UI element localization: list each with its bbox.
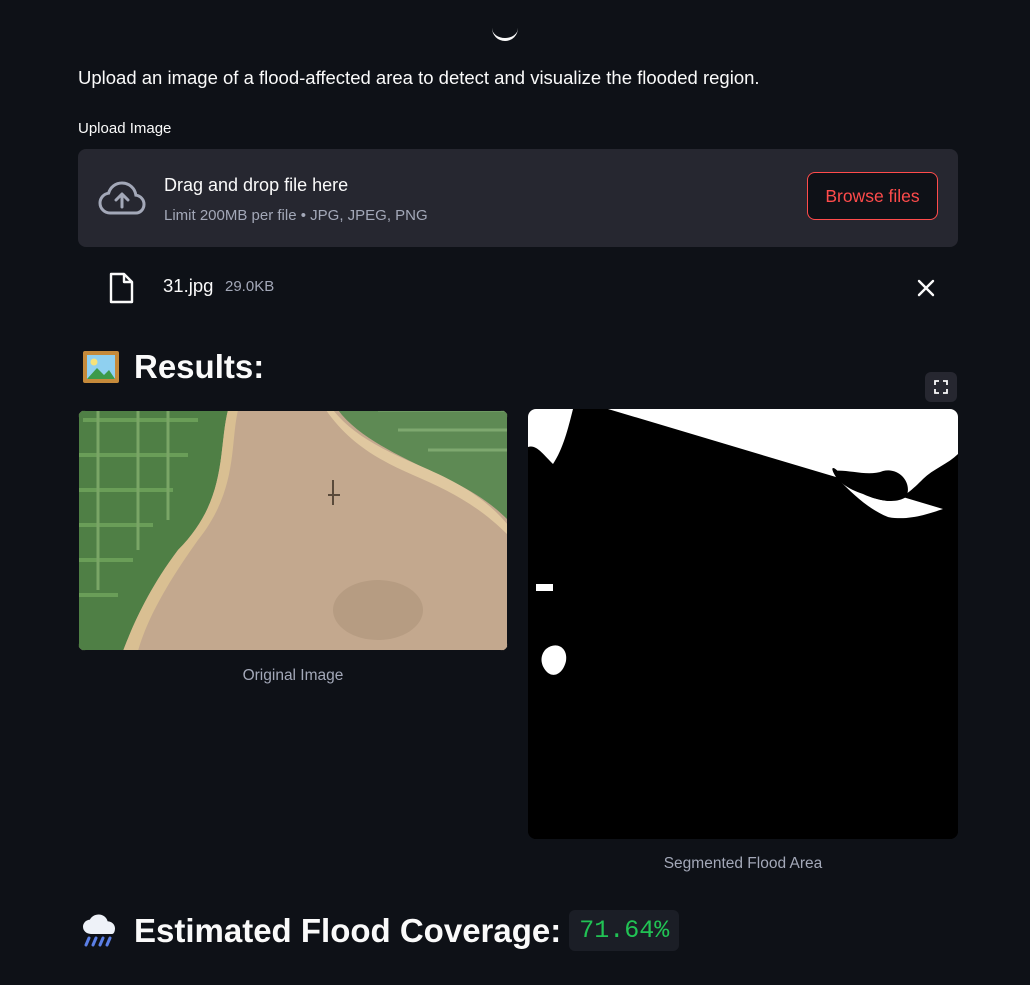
browse-files-button[interactable]: Browse files: [807, 172, 938, 220]
rain-cloud-icon: [83, 914, 115, 946]
results-heading: Results:: [82, 348, 264, 386]
cloud-upload-icon: [98, 181, 146, 215]
uploaded-file-size: 29.0KB: [225, 278, 275, 295]
uploaded-file-name: 31.jpg: [163, 275, 214, 296]
header-icon-fragment: [492, 22, 518, 41]
original-image-caption: Original Image: [242, 667, 344, 684]
coverage-value: 71.64%: [569, 910, 680, 951]
app-description: Upload an image of a flood-affected area…: [78, 67, 760, 88]
fullscreen-icon: [934, 380, 948, 394]
upload-label: Upload Image: [78, 120, 172, 137]
dropzone-limit: Limit 200MB per file • JPG, JPEG, PNG: [164, 207, 428, 224]
file-dropzone[interactable]: Drag and drop file here Limit 200MB per …: [78, 149, 958, 247]
segmented-image-caption: Segmented Flood Area: [663, 855, 823, 872]
coverage-heading: Estimated Flood Coverage: 71.64%: [82, 910, 680, 951]
fullscreen-button[interactable]: [925, 372, 957, 402]
close-icon[interactable]: [914, 276, 938, 300]
dropzone-title: Drag and drop file here: [164, 175, 349, 195]
file-icon: [109, 272, 134, 304]
uploaded-file-row: 31.jpg 29.0KB: [78, 266, 958, 310]
coverage-heading-text: Estimated Flood Coverage:: [134, 911, 562, 949]
segmented-flood-image: [528, 409, 958, 839]
results-heading-text: Results:: [134, 348, 265, 385]
original-image: [78, 410, 508, 651]
picture-icon: [83, 351, 119, 383]
